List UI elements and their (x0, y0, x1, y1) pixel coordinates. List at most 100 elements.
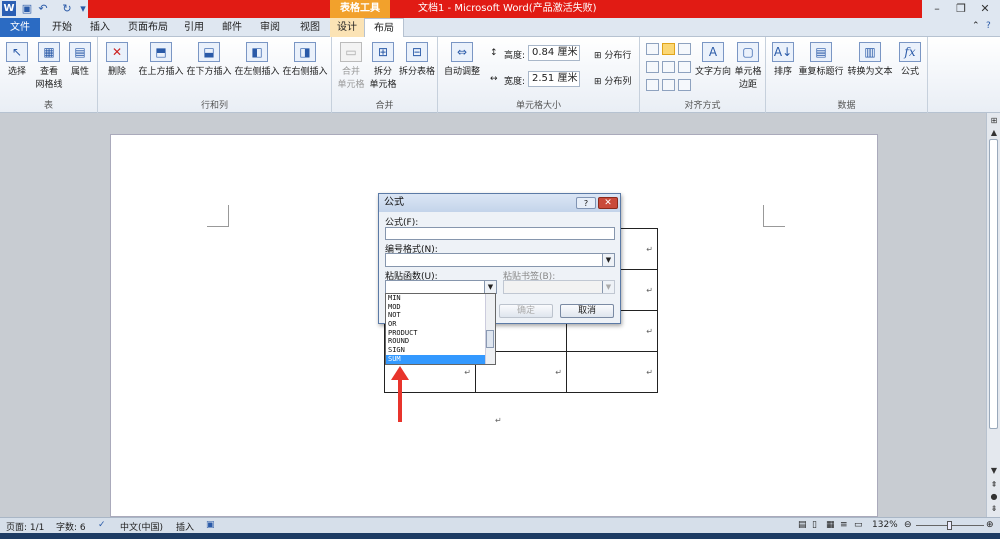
page-count[interactable]: 页面: 1/1 (6, 520, 44, 533)
list-scrollbar[interactable] (485, 294, 495, 364)
scroll-up-icon[interactable]: ▲ (987, 127, 1000, 139)
view-gridlines-button[interactable]: ▦ 查看 网格线 (32, 42, 66, 90)
scroll-thumb[interactable] (989, 139, 998, 429)
redo-icon[interactable]: ↻ (60, 2, 74, 16)
tab-view[interactable]: 视图 (292, 18, 328, 37)
insert-below-button[interactable]: ⬓ 在下方插入 (186, 42, 232, 77)
distribute-rows-button[interactable]: ⊞ 分布行 (594, 48, 631, 61)
group-label-alignment: 对齐方式 (684, 101, 721, 111)
help-icon[interactable]: ? (986, 21, 991, 31)
table-cell[interactable]: ↵ (566, 351, 658, 393)
print-layout-icon[interactable]: ▤ (798, 520, 807, 530)
paste-function-select[interactable]: ▼ (385, 280, 497, 294)
outline-icon[interactable]: ≡ (840, 520, 848, 530)
insert-right-button[interactable]: ◨ 在右侧插入 (282, 42, 328, 77)
align-middle-left-icon[interactable] (646, 61, 659, 73)
tab-design[interactable]: 设计 (330, 18, 364, 37)
group-label-rows-cols: 行和列 (200, 101, 228, 111)
tab-home[interactable]: 开始 (44, 18, 80, 37)
align-middle-right-icon[interactable] (678, 61, 691, 73)
align-bottom-right-icon[interactable] (678, 79, 691, 91)
zoom-level[interactable]: 132% (872, 520, 898, 530)
distribute-cols-button[interactable]: ⊞ 分布列 (594, 74, 631, 87)
tab-references[interactable]: 引用 (178, 18, 210, 37)
tab-page-layout[interactable]: 页面布局 (122, 18, 174, 37)
ok-button[interactable]: 确定 (499, 304, 553, 318)
chevron-down-icon: ▼ (484, 281, 496, 293)
margin-corner (207, 205, 229, 227)
prev-page-icon[interactable]: ⇞ (987, 479, 1000, 491)
insert-left-button[interactable]: ◧ 在左侧插入 (234, 42, 280, 77)
tab-layout[interactable]: 布局 (364, 18, 404, 38)
proofing-icon[interactable]: ✓ (98, 520, 106, 530)
zoom-slider-thumb[interactable] (947, 521, 952, 530)
close-window-icon[interactable]: ✕ (974, 1, 996, 17)
convert-to-text-button[interactable]: ▥ 转换为文本 (846, 42, 894, 77)
list-item[interactable]: MOD (386, 303, 495, 312)
text-direction-button[interactable]: A 文字方向 (694, 42, 732, 77)
number-format-select[interactable]: ▼ (385, 253, 615, 267)
language[interactable]: 中文(中国) (120, 520, 163, 533)
list-item[interactable]: NOT (386, 311, 495, 320)
insert-left-icon: ◧ (246, 42, 268, 62)
width-input[interactable]: 2.51 厘米 (528, 71, 580, 87)
properties-button[interactable]: ▤ 属性 (66, 42, 94, 77)
function-list[interactable]: MIN MOD NOT OR PRODUCT ROUND SIGN SUM (385, 293, 496, 365)
ruler-toggle-icon[interactable]: ⊞ (987, 115, 1000, 127)
split-table-button[interactable]: ⊟ 拆分表格 (398, 42, 436, 77)
browse-object-icon[interactable]: ● (987, 491, 1000, 503)
list-item[interactable]: MIN (386, 294, 495, 303)
tab-file[interactable]: 文件 (0, 18, 40, 37)
chevron-down-icon: ▼ (602, 254, 614, 266)
align-top-center-icon[interactable] (662, 43, 675, 55)
list-item[interactable]: PRODUCT (386, 329, 495, 338)
draft-icon[interactable]: ▭ (854, 520, 863, 530)
cancel-button[interactable]: 取消 (560, 304, 614, 318)
height-input[interactable]: 0.84 厘米 (528, 45, 580, 61)
split-cells-button[interactable]: ⊞ 拆分 单元格 (368, 42, 398, 90)
save-icon[interactable]: ▣ (20, 2, 34, 16)
restore-icon[interactable]: ❐ (950, 1, 972, 17)
sort-button[interactable]: A↓ 排序 (770, 42, 796, 77)
insert-mode[interactable]: 插入 (176, 520, 194, 533)
undo-icon[interactable]: ↶ (36, 2, 50, 16)
list-item[interactable]: SIGN (386, 346, 495, 355)
list-item[interactable]: ROUND (386, 337, 495, 346)
word-app-icon[interactable]: W (2, 1, 16, 16)
minimize-icon[interactable]: – (926, 1, 948, 17)
list-item[interactable]: OR (386, 320, 495, 329)
align-bottom-center-icon[interactable] (662, 79, 675, 91)
dialog-help-button[interactable]: ? (576, 197, 596, 209)
list-item-selected[interactable]: SUM (386, 354, 495, 364)
web-layout-icon[interactable]: ▦ (826, 520, 835, 530)
align-middle-center-icon[interactable] (662, 61, 675, 73)
formula-input[interactable] (385, 227, 615, 240)
tab-insert[interactable]: 插入 (82, 18, 118, 37)
full-screen-icon[interactable]: ▯ (812, 520, 817, 530)
scroll-down-icon[interactable]: ▼ (987, 465, 1000, 477)
merge-cells-button[interactable]: ▭ 合并 单元格 (336, 42, 366, 90)
list-scroll-thumb[interactable] (486, 330, 494, 348)
align-top-left-icon[interactable] (646, 43, 659, 55)
dialog-close-button[interactable]: ✕ (598, 197, 618, 209)
tab-mailings[interactable]: 邮件 (214, 18, 250, 37)
delete-button[interactable]: ✕ 删除 (104, 42, 130, 77)
formula-button[interactable]: fx 公式 (896, 42, 924, 77)
align-top-right-icon[interactable] (678, 43, 691, 55)
next-page-icon[interactable]: ⇟ (987, 503, 1000, 515)
cell-margins-button[interactable]: ▢ 单元格 边距 (732, 42, 764, 90)
align-bottom-left-icon[interactable] (646, 79, 659, 91)
repeat-header-button[interactable]: ▤ 重复标题行 (798, 42, 844, 77)
zoom-out-icon[interactable]: ⊖ (904, 520, 912, 530)
insert-above-button[interactable]: ⬒ 在上方插入 (138, 42, 184, 77)
dialog-titlebar: 公式 ? ✕ (379, 194, 620, 212)
select-button[interactable]: ↖ 选择 (4, 42, 30, 77)
autofit-button[interactable]: ⇔ 自动调整 (442, 42, 482, 77)
tab-review[interactable]: 审阅 (252, 18, 288, 37)
word-count[interactable]: 字数: 6 (56, 520, 86, 533)
macro-icon[interactable]: ▣ (206, 520, 215, 530)
collapse-ribbon-icon[interactable]: ⌃ (972, 21, 980, 31)
zoom-in-icon[interactable]: ⊕ (986, 520, 994, 530)
paste-bookmark-select[interactable]: ▼ (503, 280, 615, 294)
vertical-scrollbar[interactable]: ⊞ ▲ ▼ ⇞ ● ⇟ (986, 113, 1000, 517)
